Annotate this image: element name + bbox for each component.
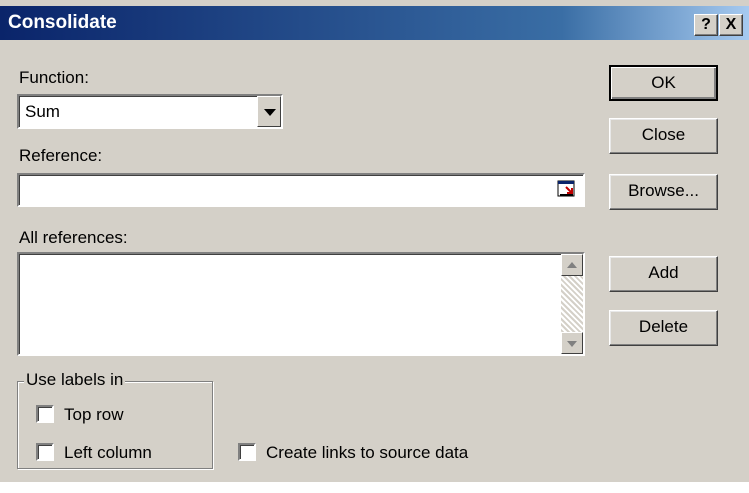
scroll-up-icon[interactable]: [561, 254, 583, 276]
consolidate-dialog: Consolidate ? X Function: Sum Reference:…: [0, 0, 749, 482]
help-icon[interactable]: ?: [694, 14, 718, 36]
all-references-scrollbar[interactable]: [561, 254, 583, 354]
use-labels-caption: Use labels in: [24, 370, 126, 390]
collapse-dialog-icon[interactable]: [557, 179, 577, 199]
left-column-checkbox[interactable]: [36, 443, 54, 461]
create-links-label[interactable]: Create links to source data: [266, 443, 468, 463]
add-button[interactable]: Add: [609, 256, 718, 292]
top-row-checkbox[interactable]: [36, 405, 54, 423]
function-label: Function:: [19, 68, 89, 87]
window-title: Consolidate: [8, 12, 117, 33]
create-links-checkbox[interactable]: [238, 443, 256, 461]
browse-button[interactable]: Browse...: [609, 174, 718, 210]
reference-label: Reference:: [19, 146, 103, 165]
delete-button[interactable]: Delete: [609, 310, 718, 346]
reference-input[interactable]: [17, 173, 585, 207]
left-column-label[interactable]: Left column: [64, 443, 152, 463]
top-row-label[interactable]: Top row: [64, 405, 124, 425]
ok-button[interactable]: OK: [609, 65, 718, 101]
function-selected-value: Sum: [25, 102, 60, 121]
function-select[interactable]: Sum: [17, 94, 283, 129]
close-button[interactable]: Close: [609, 118, 718, 154]
all-references-list[interactable]: [17, 252, 585, 356]
title-bar[interactable]: Consolidate ? X: [0, 6, 749, 40]
all-references-label: All references:: [19, 228, 128, 247]
close-icon[interactable]: X: [719, 14, 743, 36]
scroll-down-icon[interactable]: [561, 332, 583, 354]
dropdown-arrow-icon[interactable]: [257, 96, 281, 127]
